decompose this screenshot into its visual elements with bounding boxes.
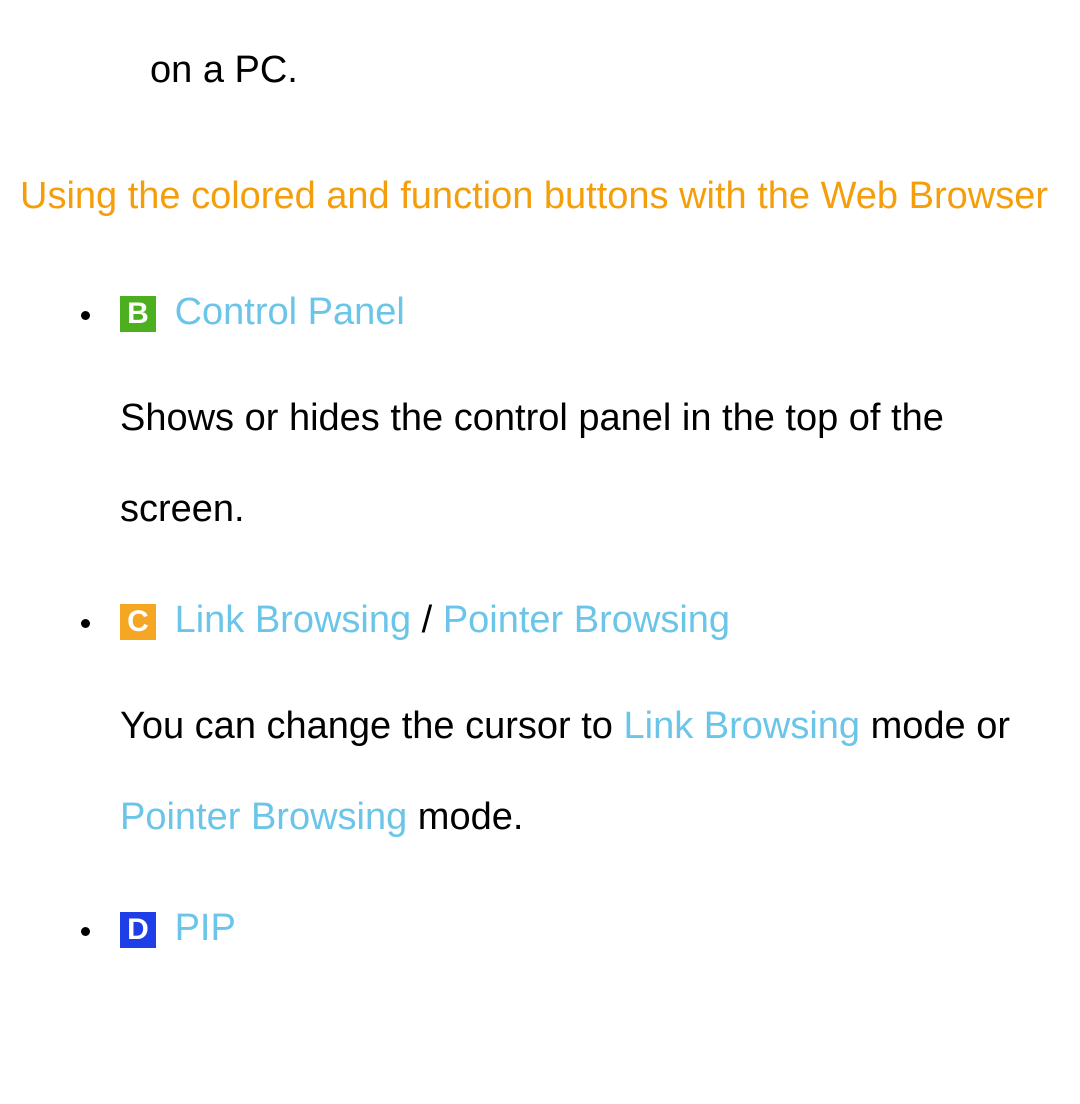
list-item: D PIP	[105, 898, 1060, 959]
feature-description: Shows or hides the control panel in the …	[120, 373, 1060, 555]
title-separator: /	[411, 599, 443, 641]
list-item: B Control Panel Shows or hides the contr…	[105, 282, 1060, 555]
d-button-icon: D	[120, 912, 156, 948]
inline-term-link-browsing: Link Browsing	[624, 705, 861, 747]
c-button-icon: C	[120, 604, 156, 640]
section-heading: Using the colored and function buttons w…	[20, 151, 1060, 242]
inline-term-pointer-browsing: Pointer Browsing	[120, 796, 407, 838]
desc-text: mode.	[407, 796, 523, 838]
feature-list: B Control Panel Shows or hides the contr…	[20, 282, 1060, 959]
feature-title-control-panel: Control Panel	[175, 291, 405, 333]
feature-title-link-browsing: Link Browsing	[175, 599, 412, 641]
feature-title-pointer-browsing: Pointer Browsing	[443, 599, 730, 641]
list-item: C Link Browsing / Pointer Browsing You c…	[105, 590, 1060, 863]
desc-text: You can change the cursor to	[120, 705, 624, 747]
previous-line-fragment: on a PC.	[150, 40, 1060, 101]
feature-description: You can change the cursor to Link Browsi…	[120, 681, 1060, 863]
desc-text: mode or	[860, 705, 1010, 747]
b-button-icon: B	[120, 296, 156, 332]
feature-title-pip: PIP	[175, 907, 236, 949]
